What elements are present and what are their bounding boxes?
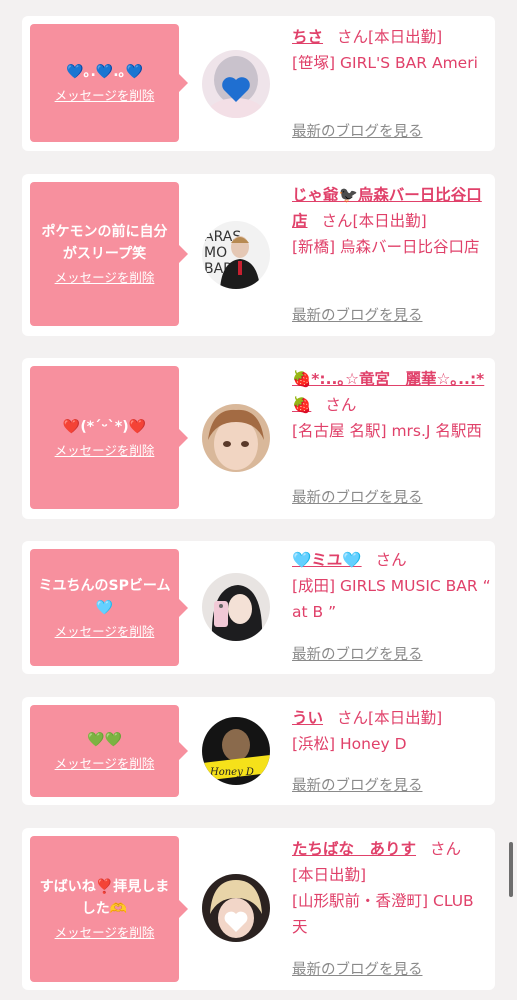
avatar[interactable] — [202, 874, 270, 942]
avatar[interactable] — [202, 50, 270, 118]
message-bubble: ポケモンの前に自分がスリープ笑 メッセージを削除 — [30, 182, 188, 326]
cast-info: じゃ爺🐦‍⬛烏森バー日比谷口店 さん[本日出勤] [新橋] 烏森バー日比谷口店 — [292, 182, 492, 260]
delete-message-link[interactable]: メッセージを削除 — [55, 87, 155, 105]
svg-text:Honey D: Honey D — [209, 767, 254, 778]
message-text: ❤️(*´ᵕ`*)❤️ — [62, 418, 147, 435]
delete-message-link[interactable]: メッセージを削除 — [55, 442, 155, 460]
message-text: 💙｡.💙.｡💙 — [66, 64, 143, 80]
status-badge: [本日出勤] — [292, 866, 367, 884]
message-bubble: 💙｡.💙.｡💙 メッセージを削除 — [30, 24, 188, 142]
message-card: すばいね❣️拝見しました🫶 メッセージを削除 たちばな ありす さん [本日出勤]… — [22, 828, 495, 990]
staff-photo: ARAS MO BAR — [202, 221, 270, 289]
message-bubble: ❤️(*´ᵕ`*)❤️ メッセージを削除 — [30, 366, 188, 509]
message-text: 💚💚 — [87, 732, 122, 748]
status-badge: [本日出勤] — [368, 28, 443, 46]
honorific: さん — [337, 709, 369, 727]
shop-name: [浜松] Honey D — [292, 735, 407, 753]
latest-blog-link[interactable]: 最新のブログを見る — [292, 304, 423, 325]
message-card: ❤️(*´ᵕ`*)❤️ メッセージを削除 🍓*:..｡☆竜宮 麗華☆｡..:*🍓… — [22, 358, 495, 519]
latest-blog-link[interactable]: 最新のブログを見る — [292, 958, 423, 979]
shop-name: [新橋] 烏森バー日比谷口店 — [292, 238, 480, 256]
honorific: さん — [430, 840, 462, 858]
latest-blog-link[interactable]: 最新のブログを見る — [292, 643, 423, 664]
cast-info: ちさ さん[本日出勤] [笹塚] GIRL'S BAR Ameri — [292, 24, 492, 76]
cast-info: うい さん[本日出勤] [浜松] Honey D — [292, 705, 492, 757]
cast-info: 🩵ミユ🩵 さん [成田] GIRLS MUSIC BAR “ at B ” — [292, 547, 492, 625]
honorific: さん — [325, 396, 357, 414]
honorific: さん — [337, 28, 369, 46]
honorific: さん — [321, 212, 353, 230]
status-badge: [本日出勤] — [352, 212, 427, 230]
shop-name: [名古屋 名駅] mrs.J 名駅西 — [292, 422, 482, 440]
message-bubble: すばいね❣️拝見しました🫶 メッセージを削除 — [30, 836, 188, 982]
latest-blog-link[interactable]: 最新のブログを見る — [292, 120, 423, 141]
portrait-photo — [202, 404, 270, 472]
cast-name-link[interactable]: たちばな ありす — [292, 840, 416, 858]
message-bubble: 💚💚 メッセージを削除 — [30, 705, 188, 797]
selfie-photo — [202, 573, 270, 641]
status-badge: [本日出勤] — [368, 709, 443, 727]
cast-info: たちばな ありす さん [本日出勤] [山形駅前・香澄町] CLUB 天 — [292, 836, 492, 940]
avatar[interactable]: Honey D — [202, 717, 270, 785]
cast-name-link[interactable]: 🩵ミユ🩵 — [292, 551, 362, 569]
shop-name: [成田] GIRLS MUSIC BAR “ at B ” — [292, 577, 491, 621]
cast-name-link[interactable]: うい — [292, 709, 323, 727]
cast-name-link[interactable]: ちさ — [292, 28, 323, 46]
message-card: 💚💚 メッセージを削除 Honey D うい さん[本日出勤] [浜松] Hone… — [22, 697, 495, 805]
delete-message-link[interactable]: メッセージを削除 — [55, 755, 155, 773]
message-text: すばいね❣️拝見しました🫶 — [39, 879, 170, 917]
white-heart-icon — [202, 874, 270, 942]
message-bubble: ミユちんのSPビーム🩵 メッセージを削除 — [30, 549, 188, 666]
latest-blog-link[interactable]: 最新のブログを見る — [292, 486, 423, 507]
latest-blog-link[interactable]: 最新のブログを見る — [292, 774, 423, 795]
message-card: ポケモンの前に自分がスリープ笑 メッセージを削除 ARAS MO BAR じゃ爺… — [22, 174, 495, 336]
avatar[interactable]: ARAS MO BAR — [202, 221, 270, 289]
blue-heart-icon — [202, 50, 270, 118]
delete-message-link[interactable]: メッセージを削除 — [55, 623, 155, 641]
svg-text:MO: MO — [204, 245, 227, 261]
message-text: ポケモンの前に自分がスリープ笑 — [41, 224, 168, 262]
avatar[interactable] — [202, 573, 270, 641]
message-text: ミユちんのSPビーム🩵 — [38, 577, 171, 616]
message-card: ミユちんのSPビーム🩵 メッセージを削除 🩵ミユ🩵 さん [成田] GIRLS M… — [22, 541, 495, 674]
shop-name: [山形駅前・香澄町] CLUB 天 — [292, 892, 474, 936]
delete-message-link[interactable]: メッセージを削除 — [55, 269, 155, 287]
honorific: さん — [375, 551, 407, 569]
shop-name: [笹塚] GIRL'S BAR Ameri — [292, 54, 478, 72]
cast-name-link[interactable]: 🍓*:..｡☆竜宮 麗華☆｡..:*🍓 — [292, 370, 484, 414]
delete-message-link[interactable]: メッセージを削除 — [55, 924, 155, 942]
avatar[interactable] — [202, 404, 270, 472]
cast-info: 🍓*:..｡☆竜宮 麗華☆｡..:*🍓 さん [名古屋 名駅] mrs.J 名駅西 — [292, 366, 492, 444]
message-list: 💙｡.💙.｡💙 メッセージを削除 ちさ さん[本日出勤] [笹塚] GIRL'S … — [0, 0, 517, 1000]
message-card: 💙｡.💙.｡💙 メッセージを削除 ちさ さん[本日出勤] [笹塚] GIRL'S … — [22, 16, 495, 151]
scrollbar[interactable] — [509, 842, 513, 897]
honey-logo-photo: Honey D — [202, 717, 270, 785]
